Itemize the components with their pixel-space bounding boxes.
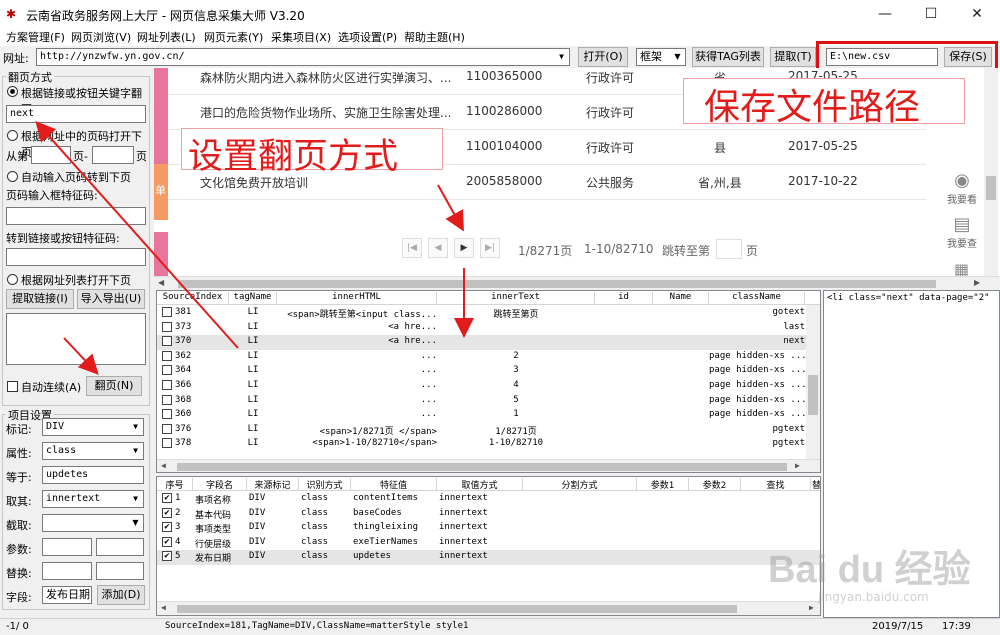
watermark-text: Bai du 经验 <box>768 549 971 591</box>
arrow-to-next-button <box>437 184 464 232</box>
watermark-sub: jingyan.baidu.com <box>818 590 929 604</box>
baidu-watermark: Bai du 经验 jingyan.baidu.com <box>738 520 978 610</box>
arrow-to-page-button <box>63 337 99 375</box>
arrow-to-keyword <box>35 121 239 349</box>
